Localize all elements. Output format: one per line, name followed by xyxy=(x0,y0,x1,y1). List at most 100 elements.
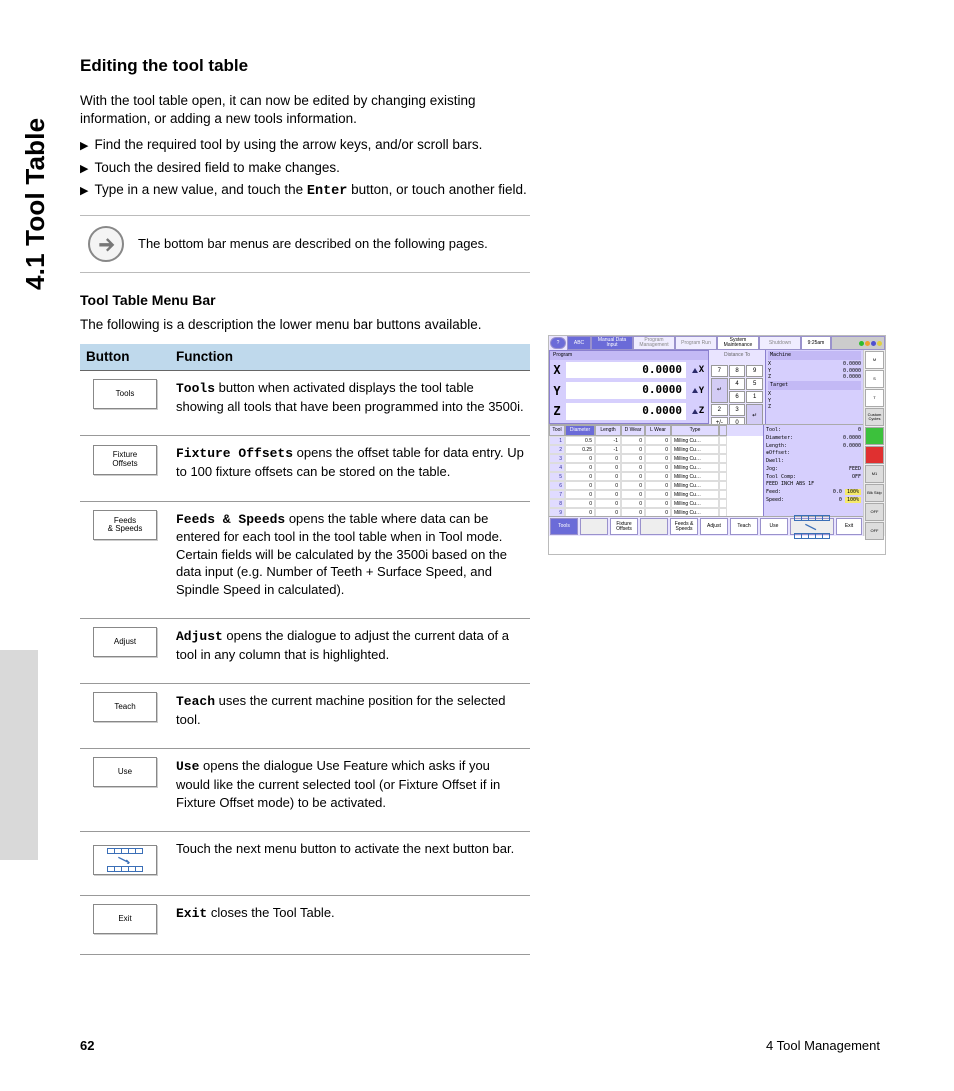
target-header: Target xyxy=(768,381,861,390)
tool-table-row[interactable]: 10.5-100Milling Cu… xyxy=(549,436,763,445)
keypad-key[interactable]: 4 xyxy=(729,378,746,390)
keypad-key[interactable]: ↵ xyxy=(711,378,728,403)
soft-button[interactable]: Teach xyxy=(93,692,157,722)
side-button[interactable]: Custom Cycles xyxy=(865,408,884,426)
side-button[interactable]: M1 xyxy=(865,465,884,483)
side-button[interactable] xyxy=(865,427,884,445)
side-button[interactable]: OFF xyxy=(865,503,884,521)
keypad-key[interactable]: 8 xyxy=(729,365,746,377)
tool-table-row[interactable]: 70000Milling Cu… xyxy=(549,490,763,499)
screenshot-topbar: ? ABC Manual Data Input Program Manageme… xyxy=(549,336,885,350)
function-term: Use xyxy=(176,759,199,774)
side-button[interactable]: S xyxy=(865,370,884,388)
soft-button[interactable]: FixtureOffsets xyxy=(93,445,157,475)
tool-table-col[interactable]: Type xyxy=(671,425,719,436)
function-cell: Feeds & Speeds opens the table where dat… xyxy=(170,501,530,619)
soft-button[interactable]: Use xyxy=(93,757,157,787)
softkey-adjust[interactable]: Adjust xyxy=(700,518,728,535)
tool-table-col[interactable]: Diameter xyxy=(565,425,595,436)
subsection-intro: The following is a description the lower… xyxy=(80,316,530,334)
side-button[interactable]: Blk Skip xyxy=(865,484,884,502)
soft-button[interactable]: Tools xyxy=(93,379,157,409)
tool-table-grid[interactable]: ToolDiameterLengthD WearL WearType 10.5-… xyxy=(549,425,763,516)
softkey-exit[interactable]: Exit xyxy=(836,518,862,535)
softkey-use[interactable]: Use xyxy=(760,518,788,535)
tool-table-col[interactable]: Length xyxy=(595,425,621,436)
softkey-teach[interactable]: Teach xyxy=(730,518,758,535)
instruction-text: Type in a new value, and touch the Enter… xyxy=(94,181,526,201)
next-button-bar-icon[interactable] xyxy=(93,845,157,875)
keypad-key[interactable]: 6 xyxy=(729,391,746,403)
function-term: Exit xyxy=(176,906,207,921)
tool-table-grid-wrap: ToolDiameterLengthD WearL WearType 10.5-… xyxy=(549,424,863,516)
dro-row-x: X 0.0000 X xyxy=(550,360,708,381)
tab-program-management[interactable]: Program Management xyxy=(633,336,675,350)
instruction-item: ▶ Type in a new value, and touch the Ent… xyxy=(80,181,530,201)
dro-area: Program X 0.0000 X Y 0.0000 Y Z 0.0000 xyxy=(549,350,863,424)
axis-value-x[interactable]: 0.0000 xyxy=(566,362,686,379)
keypad-key[interactable]: 1 xyxy=(746,391,763,403)
keypad-key[interactable]: 5 xyxy=(746,378,763,390)
tool-table-col[interactable]: Tool xyxy=(549,425,565,436)
enter-key-ref: Enter xyxy=(307,184,348,199)
note-text: The bottom bar menus are described on th… xyxy=(138,235,488,253)
tab-shutdown[interactable]: Shutdown xyxy=(759,336,801,350)
help-button[interactable]: ? xyxy=(550,337,566,349)
keypad-key[interactable]: 7 xyxy=(711,365,728,377)
function-cell: Use opens the dialogue Use Feature which… xyxy=(170,749,530,832)
axis-mark-y: Y xyxy=(688,385,708,397)
tool-table-row[interactable]: 30000Milling Cu… xyxy=(549,454,763,463)
keypad-key[interactable]: 9 xyxy=(746,365,763,377)
button-cell: FixtureOffsets xyxy=(80,436,170,501)
keypad-key[interactable]: 3 xyxy=(729,404,746,416)
tool-table-row[interactable]: 80000Milling Cu… xyxy=(549,499,763,508)
softkey-feeds-speeds[interactable]: Feeds & Speeds xyxy=(670,518,698,535)
tab-system-maintenance[interactable]: System Maintenance xyxy=(717,336,759,350)
function-cell: Touch the next menu button to activate t… xyxy=(170,832,530,896)
button-cell xyxy=(80,832,170,896)
softkey-empty xyxy=(640,518,668,535)
screenshot-side-buttons: MSTCustom CyclesM1Blk SkipOFFOFF xyxy=(863,350,885,536)
axis-value-z[interactable]: 0.0000 xyxy=(566,403,686,420)
tool-table-col[interactable]: D Wear xyxy=(621,425,645,436)
function-term: Teach xyxy=(176,694,215,709)
machine-header: Machine xyxy=(768,351,861,360)
tool-table-col[interactable]: L Wear xyxy=(645,425,671,436)
soft-button[interactable]: Feeds& Speeds xyxy=(93,510,157,540)
side-button[interactable] xyxy=(865,446,884,464)
tool-table-row[interactable]: 40000Milling Cu… xyxy=(549,463,763,472)
next-bar-icon[interactable] xyxy=(792,515,832,539)
tool-table-row[interactable]: 90000Milling Cu… xyxy=(549,508,763,516)
chapter-label: 4 Tool Management xyxy=(766,1037,880,1055)
instruction-text: Touch the desired field to make changes. xyxy=(94,159,339,177)
keypad-key[interactable]: 2 xyxy=(711,404,728,416)
sidebar-section-title: 4.1 Tool Table xyxy=(18,118,53,290)
softkey-empty xyxy=(790,518,834,535)
note-callout: The bottom bar menus are described on th… xyxy=(80,215,530,273)
tool-table-col[interactable] xyxy=(719,425,727,436)
tool-table-row[interactable]: 20.25-100Milling Cu… xyxy=(549,445,763,454)
soft-button[interactable]: Exit xyxy=(93,904,157,934)
sidebar-tab-marker xyxy=(0,650,38,860)
side-button[interactable]: M xyxy=(865,351,884,369)
instruction-list: ▶ Find the required tool by using the ar… xyxy=(80,136,530,201)
tab-program-run[interactable]: Program Run xyxy=(675,336,717,350)
function-cell: Adjust opens the dialogue to adjust the … xyxy=(170,619,530,684)
function-term: Tools xyxy=(176,381,215,396)
soft-button[interactable]: Adjust xyxy=(93,627,157,657)
tool-table-row[interactable]: 50000Milling Cu… xyxy=(549,472,763,481)
softkey-fixture-offsets[interactable]: Fixture Offsets xyxy=(610,518,638,535)
softkey-bar: Tools Fixture Offsets Feeds & SpeedsAdjust… xyxy=(549,516,863,536)
table-row: UseUse opens the dialogue Use Feature wh… xyxy=(80,749,530,832)
side-button[interactable]: OFF xyxy=(865,522,884,540)
tab-manual-data-input[interactable]: Manual Data Input xyxy=(591,336,633,350)
table-row: FixtureOffsetsFixture Offsets opens the … xyxy=(80,436,530,501)
abc-button[interactable]: ABC xyxy=(567,336,591,350)
instruction-text: Find the required tool by using the arro… xyxy=(94,136,482,154)
axis-label-z: Z xyxy=(550,403,564,419)
side-button[interactable]: T xyxy=(865,389,884,407)
tool-table-row[interactable]: 60000Milling Cu… xyxy=(549,481,763,490)
axis-value-y[interactable]: 0.0000 xyxy=(566,382,686,399)
bullet-icon: ▶ xyxy=(80,139,88,154)
softkey-tools[interactable]: Tools xyxy=(550,518,578,535)
